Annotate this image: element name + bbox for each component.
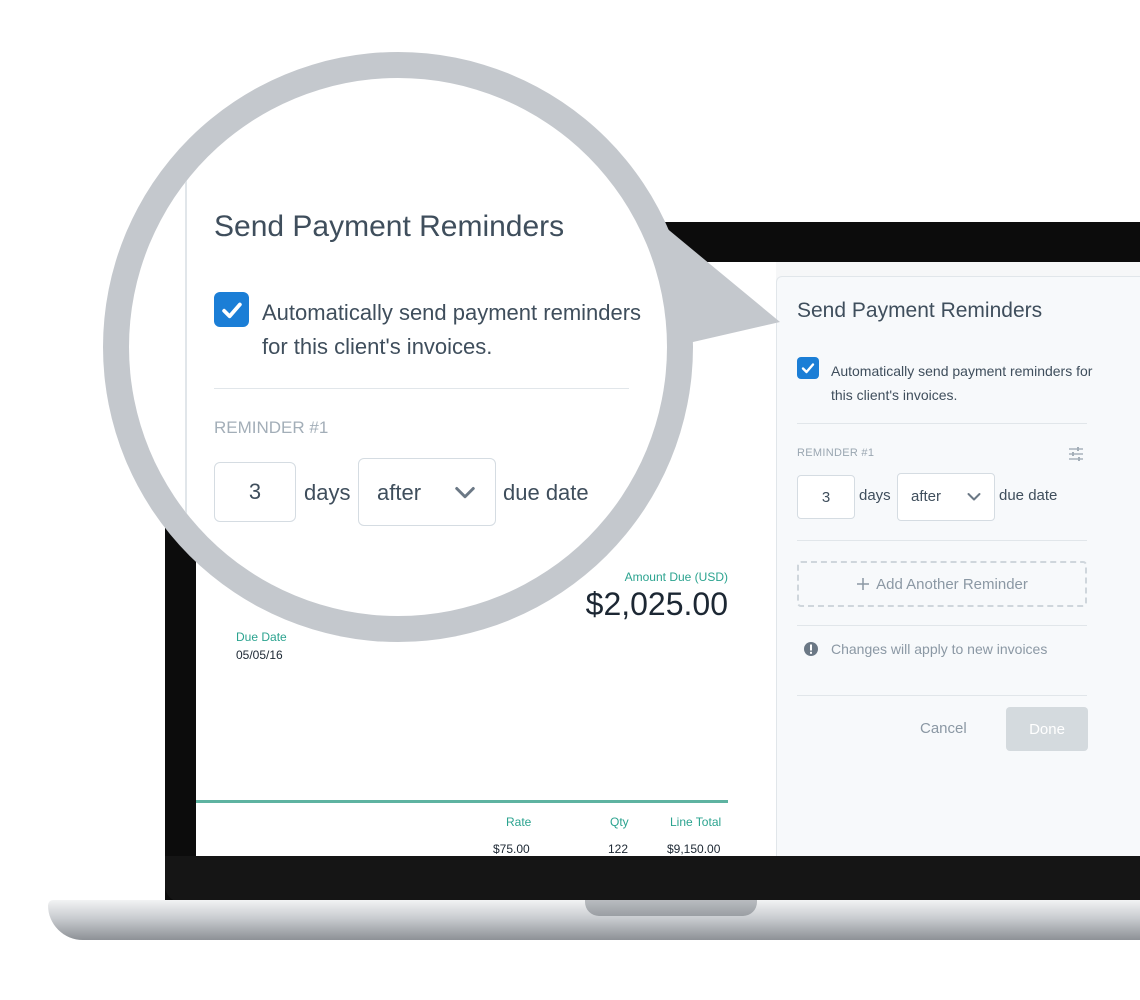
magnifier-content: Send Payment Reminders Automatically sen…	[129, 78, 667, 616]
zoomed-days-unit-label: days	[304, 480, 351, 505]
chevron-down-icon	[455, 487, 475, 499]
zoomed-due-date-text: due date	[503, 480, 589, 505]
zoomed-timing-select-value: after	[377, 480, 422, 505]
magnifier-lens: Send Payment Reminders Automatically sen…	[103, 52, 693, 642]
zoomed-days-count-input[interactable]: 3	[214, 462, 296, 522]
panel-edge	[185, 78, 187, 616]
zoomed-auto-send-label: Automatically send payment reminders for…	[262, 300, 642, 359]
zoomed-panel-title: Send Payment Reminders	[214, 210, 565, 243]
checkmark-icon	[221, 302, 242, 318]
divider	[214, 388, 629, 389]
zoomed-timing-select[interactable]: after	[358, 458, 496, 526]
zoomed-auto-send-checkbox[interactable]	[214, 292, 249, 327]
zoomed-reminder-label: REMINDER #1	[214, 418, 329, 437]
